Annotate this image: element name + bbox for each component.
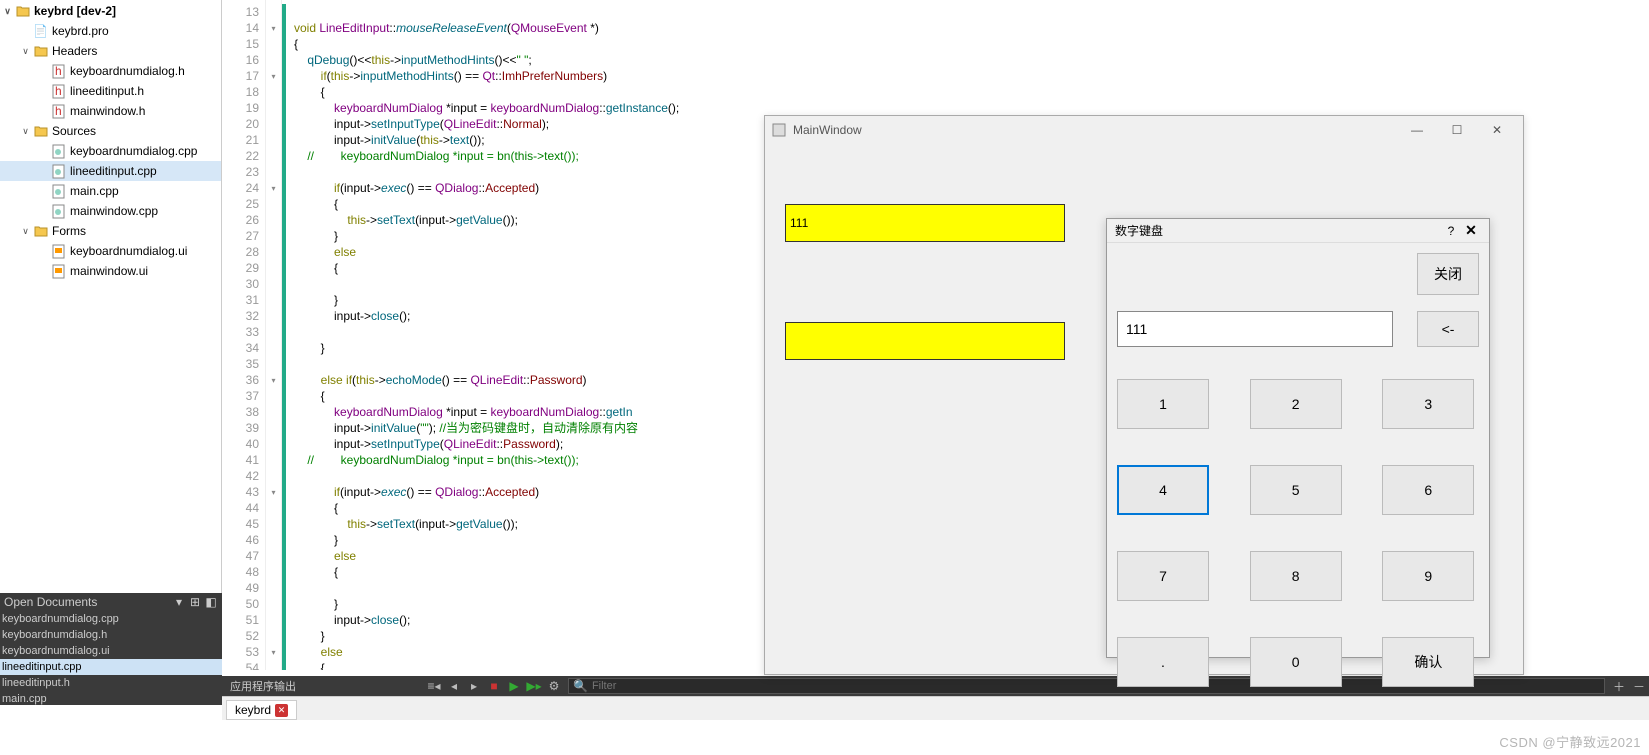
header-file[interactable]: hkeyboardnumdialog.h (0, 61, 221, 81)
fold-column[interactable]: ▾▾▾▾▾▾ (266, 0, 282, 670)
folder-icon (33, 124, 48, 139)
cpp-file-icon (51, 164, 66, 179)
editor-tab-bar: keybrd ✕ (222, 696, 1649, 720)
keypad-key-9[interactable]: 9 (1382, 551, 1474, 601)
pro-file-item[interactable]: 📄keybrd.pro (0, 21, 221, 41)
ui-file-icon (51, 244, 66, 259)
keypad-key-3[interactable]: 3 (1382, 379, 1474, 429)
folder-icon (15, 4, 30, 19)
project-root[interactable]: ∨ keybrd [dev-2] (0, 1, 221, 21)
nav-right-icon[interactable]: ▸ (465, 677, 483, 695)
cpp-file-icon (51, 204, 66, 219)
keypad-key-1[interactable]: 1 (1117, 379, 1209, 429)
keypad-key-2[interactable]: 2 (1250, 379, 1342, 429)
open-doc-item[interactable]: lineeditinput.cpp (0, 659, 222, 675)
close-panel-icon[interactable]: ◧ (204, 595, 218, 609)
svg-text:h: h (55, 104, 62, 118)
keypad-key-8[interactable]: 8 (1250, 551, 1342, 601)
keypad-key-6[interactable]: 6 (1382, 465, 1474, 515)
header-file[interactable]: hlineeditinput.h (0, 81, 221, 101)
numeric-keypad-dialog: 数字键盘 ? ✕ 关闭 <- 123456789.0确认 (1106, 218, 1490, 658)
open-doc-item[interactable]: keyboardnumdialog.h (0, 627, 222, 643)
settings-icon[interactable]: ⚙ (545, 677, 563, 695)
open-doc-item[interactable]: keyboardnumdialog.ui (0, 643, 222, 659)
sources-folder[interactable]: ∨Sources (0, 121, 221, 141)
open-documents-title: Open Documents (4, 595, 97, 609)
mainwindow-titlebar[interactable]: MainWindow ― ☐ ✕ (765, 116, 1523, 144)
open-documents-header: Open Documents ▾ ⊞ ◧ (0, 593, 222, 611)
keypad-title: 数字键盘 (1115, 222, 1441, 239)
h-file-icon: h (51, 104, 66, 119)
open-doc-item[interactable]: main.cpp (0, 691, 222, 707)
open-documents-panel: Open Documents ▾ ⊞ ◧ keyboardnumdialog.c… (0, 593, 222, 705)
source-file[interactable]: mainwindow.cpp (0, 201, 221, 221)
keypad-key-0[interactable]: 0 (1250, 637, 1342, 687)
close-icon[interactable]: ✕ (1461, 222, 1481, 239)
run-all-icon[interactable]: ▶▸ (525, 677, 543, 695)
source-file[interactable]: main.cpp (0, 181, 221, 201)
ui-file-icon (51, 264, 66, 279)
keypad-key-5[interactable]: 5 (1250, 465, 1342, 515)
keypad-titlebar[interactable]: 数字键盘 ? ✕ (1107, 219, 1489, 243)
expand-icon[interactable]: ∨ (20, 226, 31, 237)
folder-icon (33, 44, 48, 59)
window-title: MainWindow (793, 123, 1397, 137)
stop-icon[interactable]: ■ (485, 677, 503, 695)
h-file-icon: h (51, 64, 66, 79)
keypad-key-确认[interactable]: 确认 (1382, 637, 1474, 687)
project-tree[interactable]: ∨ keybrd [dev-2] 📄keybrd.pro ∨Headers hk… (0, 0, 222, 670)
svg-text:h: h (55, 64, 62, 78)
open-doc-item[interactable]: keyboardnumdialog.cpp (0, 611, 222, 627)
h-file-icon: h (51, 84, 66, 99)
expand-icon[interactable]: ∨ (20, 126, 31, 137)
prev-icon[interactable]: ≡◂ (425, 677, 443, 695)
line-number-gutter: 1314151617181920212223242526272829303132… (222, 0, 266, 670)
header-file[interactable]: hmainwindow.h (0, 101, 221, 121)
folder-icon (33, 224, 48, 239)
input-field-1[interactable] (785, 204, 1065, 242)
keypad-close-button[interactable]: 关闭 (1417, 253, 1479, 295)
forms-folder[interactable]: ∨Forms (0, 221, 221, 241)
add-icon[interactable]: ＋ (1610, 677, 1628, 695)
ui-file[interactable]: mainwindow.ui (0, 261, 221, 281)
headers-folder[interactable]: ∨Headers (0, 41, 221, 61)
nav-left-icon[interactable]: ◂ (445, 677, 463, 695)
output-label: 应用程序输出 (222, 678, 304, 694)
minimize-icon[interactable]: ― (1397, 118, 1437, 142)
svg-text:h: h (55, 84, 62, 98)
keypad-key-4[interactable]: 4 (1117, 465, 1209, 515)
source-file[interactable]: lineeditinput.cpp (0, 161, 221, 181)
remove-icon[interactable]: － (1630, 677, 1648, 695)
ui-file[interactable]: keyboardnumdialog.ui (0, 241, 221, 261)
close-tab-icon[interactable]: ✕ (275, 704, 288, 717)
document-tab[interactable]: keybrd ✕ (226, 700, 297, 720)
dropdown-icon[interactable]: ▾ (172, 595, 186, 609)
close-icon[interactable]: ✕ (1477, 118, 1517, 142)
project-name: keybrd [dev-2] (34, 4, 116, 18)
maximize-icon[interactable]: ☐ (1437, 118, 1477, 142)
source-file[interactable]: keyboardnumdialog.cpp (0, 141, 221, 161)
help-icon[interactable]: ? (1441, 224, 1461, 238)
pro-file-icon: 📄 (33, 24, 48, 39)
cpp-file-icon (51, 184, 66, 199)
keypad-display[interactable] (1117, 311, 1393, 347)
expand-icon[interactable]: ∨ (20, 46, 31, 57)
run-icon[interactable]: ▶ (505, 677, 523, 695)
search-icon: 🔍 (573, 679, 588, 693)
split-icon[interactable]: ⊞ (188, 595, 202, 609)
keypad-key-.[interactable]: . (1117, 637, 1209, 687)
tab-label: keybrd (235, 703, 271, 717)
cpp-file-icon (51, 144, 66, 159)
watermark: CSDN @宁静致远2021 (1499, 732, 1641, 751)
expand-icon[interactable]: ∨ (2, 6, 13, 17)
keypad-backspace-button[interactable]: <- (1417, 311, 1479, 347)
app-icon (771, 122, 787, 138)
open-doc-item[interactable]: lineeditinput.h (0, 675, 222, 691)
keypad-key-7[interactable]: 7 (1117, 551, 1209, 601)
input-field-2[interactable] (785, 322, 1065, 360)
